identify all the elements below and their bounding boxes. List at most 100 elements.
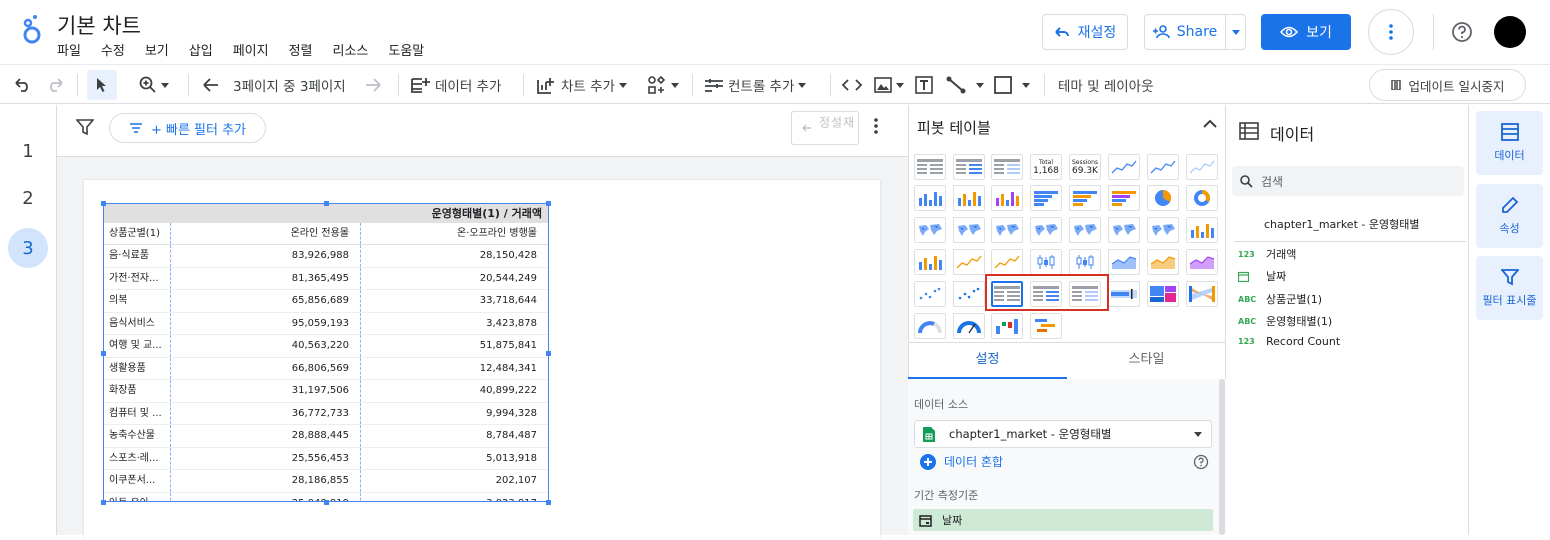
time-series-chart-icon[interactable] — [1108, 154, 1140, 180]
menu-page[interactable]: 페이지 — [233, 40, 269, 59]
scatter-chart-icon[interactable] — [914, 281, 946, 307]
field-item[interactable]: 123 Record Count — [1238, 335, 1340, 348]
menu-edit[interactable]: 수정 — [101, 40, 125, 59]
stacked-bar-chart-icon[interactable] — [1069, 185, 1101, 211]
table-row[interactable]: 의복 65,856,689 33,718,644 — [104, 290, 548, 313]
redo-button[interactable] — [46, 65, 64, 105]
undo-button[interactable] — [14, 65, 32, 105]
scorecard-compact-icon[interactable]: Sessions 69.3K — [1069, 154, 1101, 180]
scorecard-total-icon[interactable]: Total 1,168 — [1030, 154, 1062, 180]
reset-button[interactable]: 재설정 — [1042, 14, 1128, 50]
share-dropdown-button[interactable] — [1225, 14, 1246, 50]
column-chart-icon[interactable] — [914, 185, 946, 211]
google-maps-bubble-icon[interactable] — [953, 217, 985, 243]
menu-arrange[interactable]: 정렬 — [289, 40, 313, 59]
bar-chart-icon[interactable] — [1030, 185, 1062, 211]
100-stacked-column-chart-icon[interactable] — [991, 185, 1023, 211]
chevron-up-icon[interactable] — [1203, 119, 1217, 128]
shape-button[interactable] — [994, 65, 1030, 105]
next-page-button[interactable] — [364, 65, 382, 105]
blend-data-button[interactable]: 데이터 혼합 — [920, 453, 1003, 470]
table-row[interactable]: 여행 및 교... 40,563,220 51,875,841 — [104, 335, 548, 358]
resize-handle[interactable] — [324, 201, 329, 206]
bubble-map-icon[interactable] — [1108, 217, 1140, 243]
field-item[interactable]: 날짜 — [1238, 268, 1286, 284]
data-source-select[interactable]: chapter1_market - 운영형태별 — [914, 420, 1212, 448]
field-item[interactable]: ABC 상품군별(1) — [1238, 291, 1322, 307]
report-title[interactable]: 기본 차트 — [57, 10, 141, 40]
pivot-table[interactable]: 운영형태별(1) / 거래액 상품군별(1) 온라인 전용몰 온·오프라인 병행… — [103, 203, 549, 502]
bullet-chart-icon[interactable] — [1108, 281, 1140, 307]
table-bars-chart-icon[interactable] — [953, 154, 985, 180]
geo-chart-icon[interactable] — [914, 217, 946, 243]
gauge-chart-icon[interactable] — [914, 313, 946, 339]
100-stacked-area-icon[interactable] — [1186, 249, 1218, 275]
page-1[interactable]: 1 — [8, 131, 48, 171]
rail-filter-bar-button[interactable]: 필터 표시줄 — [1476, 256, 1543, 320]
table-chart-icon[interactable] — [914, 154, 946, 180]
embed-url-button[interactable] — [842, 65, 862, 105]
panel-scrollbar[interactable] — [1219, 379, 1225, 535]
add-data-button[interactable]: 데이터 추가 — [411, 65, 501, 105]
table-row[interactable]: 음식서비스 95,059,193 3,423,878 — [104, 312, 548, 335]
table-heatmap-chart-icon[interactable] — [991, 154, 1023, 180]
table-row[interactable]: 음·식료품 83,926,988 28,150,428 — [104, 245, 548, 268]
add-chart-button[interactable]: 차트 추가 — [537, 65, 627, 105]
menu-view[interactable]: 보기 — [145, 40, 169, 59]
canvas-reset-button[interactable]: 재설정 — [791, 111, 859, 145]
100-stacked-bar-chart-icon[interactable] — [1108, 185, 1140, 211]
column-header-online[interactable]: 온라인 전용몰 — [171, 223, 361, 244]
stacked-area-chart-icon[interactable] — [1147, 249, 1179, 275]
row-dimension-header[interactable]: 상품군별(1) — [104, 223, 171, 244]
resize-handle[interactable] — [324, 500, 329, 505]
table-row[interactable]: 스포츠·레... 25,556,453 5,013,918 — [104, 447, 548, 470]
menu-resource[interactable]: 리소스 — [333, 40, 369, 59]
share-button[interactable]: Share — [1144, 14, 1226, 50]
table-row[interactable]: 화장품 31,197,506 40,899,222 — [104, 380, 548, 403]
more-options-button[interactable] — [1368, 9, 1414, 55]
avatar[interactable] — [1494, 16, 1526, 48]
menu-help[interactable]: 도움말 — [388, 40, 424, 59]
line-chart-icon[interactable] — [953, 249, 985, 275]
menu-file[interactable]: 파일 — [57, 40, 81, 59]
pie-chart-icon[interactable] — [1147, 185, 1179, 211]
theme-layout-button[interactable]: 테마 및 레이아웃 — [1058, 65, 1154, 105]
timeline-chart-icon[interactable] — [1030, 313, 1062, 339]
resize-handle[interactable] — [101, 201, 106, 206]
candlestick-chart-icon[interactable] — [1030, 249, 1062, 275]
combo-chart-icon[interactable] — [1186, 217, 1218, 243]
help-icon[interactable] — [1193, 454, 1209, 470]
tab-setup[interactable]: 설정 — [908, 343, 1067, 379]
filled-map-icon[interactable] — [991, 217, 1023, 243]
table-row[interactable]: 생활용품 66,806,569 12,484,341 — [104, 357, 548, 380]
map-chart-icon[interactable] — [1147, 217, 1179, 243]
column-header-mixed[interactable]: 온·오프라인 병행몰 — [361, 223, 548, 244]
resize-handle[interactable] — [546, 500, 551, 505]
combo-bar-line-icon[interactable] — [914, 249, 946, 275]
help-icon[interactable] — [1451, 21, 1473, 43]
looker-studio-logo[interactable] — [20, 14, 44, 46]
table-row[interactable]: 이쿠폰서... 28,186,855 202,107 — [104, 470, 548, 493]
resize-handle[interactable] — [101, 351, 106, 356]
add-control-button[interactable]: 컨트롤 추가 — [704, 65, 807, 105]
zoom-button[interactable] — [139, 65, 169, 105]
table-row[interactable]: 컴퓨터 및 ... 36,772,733 9,994,328 — [104, 402, 548, 425]
smoothed-line-chart-icon[interactable] — [1186, 154, 1218, 180]
add-quick-filter-button[interactable]: + 빠른 필터 추가 — [109, 113, 266, 143]
prev-page-button[interactable] — [202, 65, 220, 105]
donut-chart-icon[interactable] — [1186, 185, 1218, 211]
resize-handle[interactable] — [546, 351, 551, 356]
resize-handle[interactable] — [101, 500, 106, 505]
stacked-column-chart-icon[interactable] — [953, 185, 985, 211]
line-button[interactable] — [946, 65, 984, 105]
rail-properties-button[interactable]: 속성 — [1476, 184, 1543, 248]
view-button[interactable]: 보기 — [1261, 14, 1351, 50]
table-row[interactable]: 가전·전자... 81,365,495 20,544,249 — [104, 267, 548, 290]
filter-icon[interactable] — [76, 118, 94, 136]
text-button[interactable] — [915, 65, 933, 105]
rail-data-button[interactable]: 데이터 — [1476, 111, 1543, 175]
resize-handle[interactable] — [546, 201, 551, 206]
treemap-chart-icon[interactable] — [1147, 281, 1179, 307]
candle-blue-icon[interactable] — [1069, 249, 1101, 275]
sankey-chart-icon[interactable] — [1186, 281, 1218, 307]
